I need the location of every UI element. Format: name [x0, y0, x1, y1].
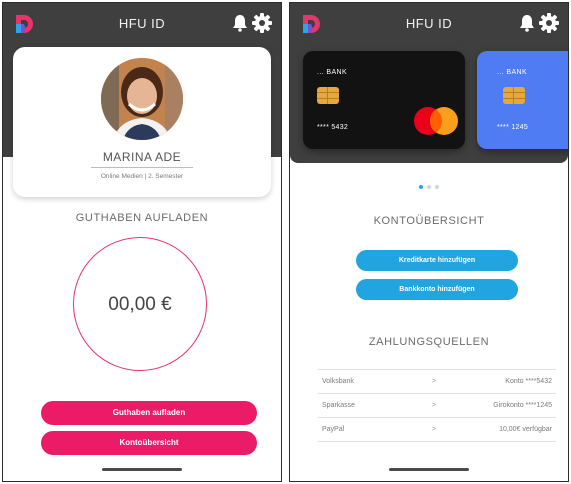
- top-bar: HFU ID: [290, 3, 568, 47]
- topup-heading: GUTHABEN AUFLADEN: [75, 212, 209, 224]
- chevron-right-icon: >: [432, 402, 437, 409]
- chevron-right-icon: >: [432, 378, 437, 385]
- carousel-dot[interactable]: [435, 185, 439, 189]
- chevron-right-icon: >: [432, 426, 437, 433]
- account-overview-heading: KONTOÜBERSICHT: [373, 215, 485, 227]
- add-bank-account-button[interactable]: Bankkonto hinzufügen: [356, 279, 518, 300]
- bank-card[interactable]: ... BANK **** 5432: [303, 51, 465, 149]
- source-name: Volksbank: [322, 378, 354, 385]
- list-item[interactable]: PayPal > 10,00€ verfügbar: [318, 417, 556, 442]
- avatar[interactable]: [101, 58, 183, 140]
- source-detail: Konto ****5432: [505, 378, 552, 385]
- divider: [91, 167, 193, 168]
- source-detail: Girokonto ****1245: [493, 402, 552, 409]
- gear-icon[interactable]: [252, 13, 272, 33]
- profile-screen: HFU ID MARINA ADE Online Medien | 2. Sem…: [2, 2, 282, 482]
- list-item[interactable]: Sparkasse > Girokonto ****1245: [318, 393, 556, 417]
- top-bar: HFU ID: [3, 3, 281, 47]
- gear-icon[interactable]: [539, 13, 559, 33]
- card-number: **** 1245: [497, 124, 529, 131]
- balance-value: 00,00 €: [108, 294, 172, 315]
- profile-meta: Online Medien | 2. Semester: [100, 173, 184, 180]
- topup-button[interactable]: Guthaben aufladen: [41, 401, 257, 425]
- source-name: PayPal: [322, 426, 345, 433]
- home-indicator[interactable]: [102, 468, 182, 471]
- source-name: Sparkasse: [322, 402, 356, 409]
- list-item[interactable]: Volksbank > Konto ****5432: [318, 369, 556, 393]
- card-bank-name: ... BANK: [317, 69, 348, 76]
- mastercard-icon: [414, 107, 458, 135]
- account-screen: HFU ID ... BANK **** 5432 ... BANK **** …: [289, 2, 569, 482]
- carousel-dot[interactable]: [427, 185, 431, 189]
- card-number: **** 5432: [317, 124, 349, 131]
- bell-icon[interactable]: [232, 14, 248, 32]
- chip-icon: [503, 87, 525, 104]
- bell-icon[interactable]: [519, 14, 535, 32]
- payment-sources-list: Volksbank > Konto ****5432 Sparkasse > G…: [318, 369, 556, 442]
- bank-card[interactable]: ... BANK **** 1245: [477, 51, 568, 149]
- carousel-dots: [290, 185, 568, 191]
- balance-circle: 00,00 €: [73, 237, 207, 371]
- account-overview-button[interactable]: Kontoübersicht: [41, 431, 257, 455]
- carousel-dot[interactable]: [419, 185, 423, 189]
- card-bank-name: ... BANK: [497, 69, 528, 76]
- home-indicator[interactable]: [389, 468, 469, 471]
- profile-card: MARINA ADE Online Medien | 2. Semester: [13, 47, 271, 197]
- profile-name: MARINA ADE: [102, 150, 182, 164]
- payment-sources-heading: ZAHLUNGSQUELLEN: [368, 336, 490, 348]
- add-credit-card-button[interactable]: Kreditkarte hinzufügen: [356, 250, 518, 271]
- source-detail: 10,00€ verfügbar: [499, 426, 552, 433]
- chip-icon: [317, 87, 339, 104]
